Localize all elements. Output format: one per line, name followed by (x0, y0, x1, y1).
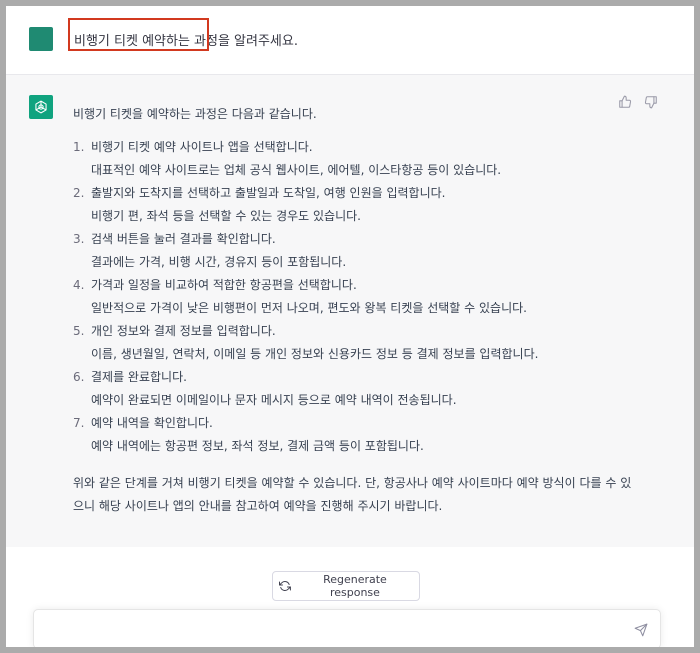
list-item: 6. 결제를 완료합니다. 예약이 완료되면 이메일이나 문자 메시지 등으로 … (73, 366, 633, 412)
openai-logo-icon (29, 95, 53, 119)
assistant-message-content: 비행기 티켓을 예약하는 과정은 다음과 같습니다. 1. 비행기 티켓 예약 … (73, 103, 633, 518)
send-icon[interactable] (634, 623, 648, 637)
list-item: 1. 비행기 티켓 예약 사이트나 앱을 선택합니다. 대표적인 예약 사이트로… (73, 136, 633, 182)
list-item: 7. 예약 내역을 확인합니다. 예약 내역에는 항공편 정보, 좌석 정보, … (73, 412, 633, 458)
step-number: 6. (73, 370, 85, 384)
step-detail: 결과에는 가격, 비행 시간, 경유지 등이 포함됩니다. (91, 255, 347, 269)
step-detail: 이름, 생년월일, 연락처, 이메일 등 개인 정보와 신용카드 정보 등 결제… (91, 347, 539, 361)
step-number: 5. (73, 324, 85, 338)
regenerate-response-button[interactable]: Regenerate response (272, 571, 420, 601)
regenerate-label: Regenerate response (323, 573, 387, 599)
step-detail: 대표적인 예약 사이트로는 업체 공식 웹사이트, 에어텔, 이스타항공 등이 … (91, 163, 502, 177)
composer-area: Regenerate response (6, 547, 694, 647)
step-title: 예약 내역을 확인합니다. (91, 416, 213, 430)
step-number: 3. (73, 232, 85, 246)
step-title: 결제를 완료합니다. (91, 370, 187, 384)
user-message-text: 비행기 티켓 예약하는 과정을 알려주세요. (74, 34, 298, 49)
refresh-icon (279, 581, 291, 591)
assistant-message-row: 비행기 티켓을 예약하는 과정은 다음과 같습니다. 1. 비행기 티켓 예약 … (6, 75, 694, 547)
step-detail: 예약이 완료되면 이메일이나 문자 메시지 등으로 예약 내역이 전송됩니다. (91, 393, 457, 407)
list-item: 3. 검색 버튼을 눌러 결과를 확인합니다. 결과에는 가격, 비행 시간, … (73, 228, 633, 274)
step-detail: 비행기 편, 좌석 등을 선택할 수 있는 경우도 있습니다. (91, 209, 361, 223)
message-input-box[interactable] (33, 609, 661, 647)
steps-list: 1. 비행기 티켓 예약 사이트나 앱을 선택합니다. 대표적인 예약 사이트로… (73, 136, 633, 458)
step-detail: 예약 내역에는 항공편 정보, 좌석 정보, 결제 금액 등이 포함됩니다. (91, 439, 424, 453)
user-avatar (29, 27, 53, 51)
step-title: 가격과 일정을 비교하여 적합한 항공편을 선택합니다. (91, 278, 357, 292)
step-detail: 일반적으로 가격이 낮은 비행편이 먼저 나오며, 편도와 왕복 티켓을 선택할… (91, 301, 527, 315)
step-title: 검색 버튼을 눌러 결과를 확인합니다. (91, 232, 276, 246)
assistant-outro: 위와 같은 단계를 거쳐 비행기 티켓을 예약할 수 있습니다. 단, 항공사나… (73, 476, 632, 513)
step-number: 2. (73, 186, 85, 200)
step-title: 비행기 티켓 예약 사이트나 앱을 선택합니다. (91, 140, 313, 154)
step-title: 출발지와 도착지를 선택하고 출발일과 도착일, 여행 인원을 입력합니다. (91, 186, 446, 200)
step-title: 개인 정보와 결제 정보를 입력합니다. (91, 324, 276, 338)
chat-window: 비행기 티켓 예약하는 과정을 알려주세요. 비행기 티켓을 예약하는 과정은 … (6, 6, 694, 647)
list-item: 4. 가격과 일정을 비교하여 적합한 항공편을 선택합니다. 일반적으로 가격… (73, 274, 633, 320)
list-item: 5. 개인 정보와 결제 정보를 입력합니다. 이름, 생년월일, 연락처, 이… (73, 320, 633, 366)
message-input[interactable] (44, 620, 628, 642)
step-number: 4. (73, 278, 85, 292)
assistant-intro: 비행기 티켓을 예약하는 과정은 다음과 같습니다. (73, 107, 317, 121)
user-message-row: 비행기 티켓 예약하는 과정을 알려주세요. (6, 6, 694, 75)
step-number: 7. (73, 416, 85, 430)
step-number: 1. (73, 140, 85, 154)
thumbs-down-icon[interactable] (644, 95, 658, 109)
list-item: 2. 출발지와 도착지를 선택하고 출발일과 도착일, 여행 인원을 입력합니다… (73, 182, 633, 228)
